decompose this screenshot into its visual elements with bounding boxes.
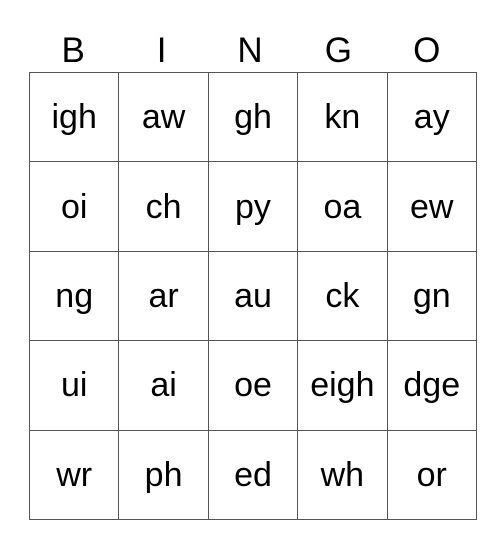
card-cell[interactable]: dge (386, 340, 477, 431)
card-cell[interactable]: ay (386, 71, 477, 163)
card-cell[interactable]: gn (386, 250, 477, 342)
card-cell[interactable]: wr (28, 429, 120, 520)
card-row: ui ai oe eigh dge (28, 340, 477, 431)
card-cell[interactable]: au (207, 250, 299, 342)
header-letter-g: G (324, 31, 352, 70)
card-cell[interactable]: kn (297, 71, 388, 163)
card-cell[interactable]: ed (207, 429, 299, 520)
card-cell[interactable]: gh (207, 71, 299, 163)
card-cell[interactable]: ew (386, 161, 477, 252)
card-cell[interactable]: aw (118, 71, 209, 163)
card-row: wr ph ed wh or (28, 429, 477, 520)
card-cell[interactable]: eigh (297, 340, 388, 431)
card-cell[interactable]: oi (28, 161, 120, 252)
card-cell[interactable]: or (386, 429, 477, 520)
header-letter-i: I (156, 31, 167, 70)
card-row: igh aw gh kn ay (28, 71, 477, 163)
bingo-header: B I N G O (29, 30, 471, 72)
header-letter-n: N (237, 31, 263, 70)
card-cell[interactable]: ui (28, 340, 120, 431)
card-cell[interactable]: oa (297, 161, 388, 252)
card-row: oi ch py oa ew (28, 161, 477, 252)
card-cell[interactable]: ai (118, 340, 209, 431)
card-cell[interactable]: py (207, 161, 299, 252)
header-letter-b: B (61, 31, 85, 70)
card-row: ng ar au ck gn (28, 250, 477, 342)
card-cell[interactable]: ar (118, 250, 209, 342)
card-cell[interactable]: ch (118, 161, 209, 252)
card-cell[interactable]: ng (28, 250, 120, 342)
bingo-card: igh aw gh kn ay oi ch py oa ew ng ar au … (28, 71, 477, 520)
card-cell[interactable]: ck (297, 250, 388, 342)
card-cell[interactable]: wh (297, 429, 388, 520)
header-letter-o: O (413, 31, 441, 70)
card-cell[interactable]: igh (28, 71, 120, 163)
card-cell[interactable]: ph (118, 429, 209, 520)
card-cell[interactable]: oe (207, 340, 299, 431)
